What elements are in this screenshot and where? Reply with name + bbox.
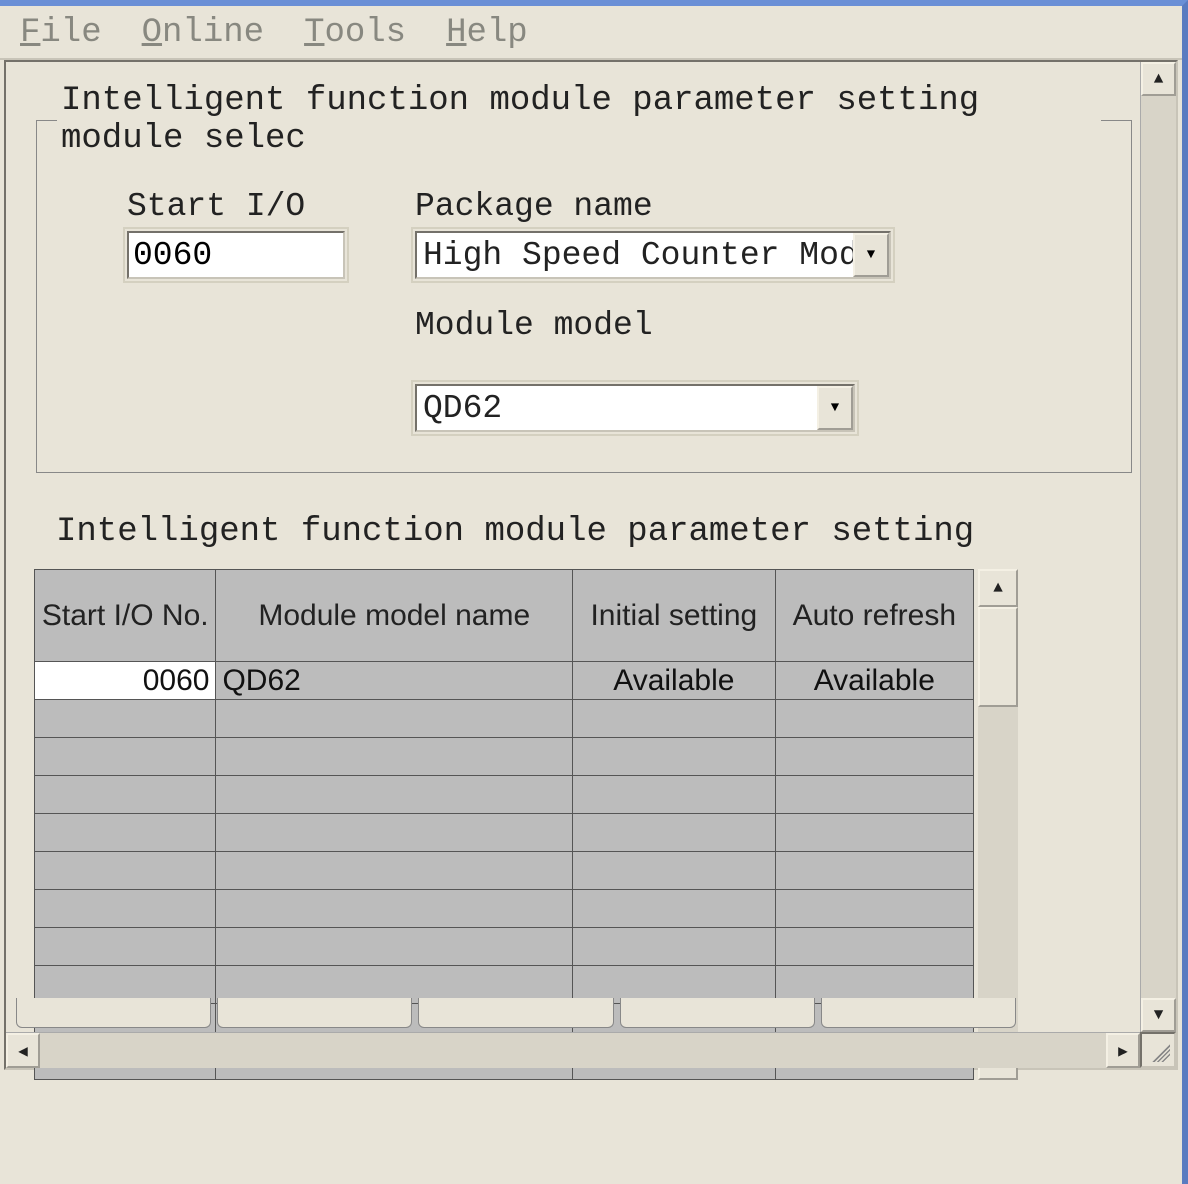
col-header-init: Initial setting [573, 570, 776, 662]
bottom-tabs [16, 998, 1016, 1028]
content-inner: Intelligent function module parameter se… [6, 62, 1176, 1090]
table-row[interactable] [35, 738, 974, 776]
tab-3[interactable] [418, 998, 613, 1028]
cell-io[interactable] [35, 738, 216, 776]
content-scroll-area: Intelligent function module parameter se… [4, 60, 1178, 1070]
cell-io[interactable] [35, 776, 216, 814]
module-select-legend: Intelligent function module parameter se… [57, 82, 1101, 158]
app-window: File Online Tools Help Intelligent funct… [0, 0, 1188, 1184]
tab-5[interactable] [821, 998, 1016, 1028]
cell-init[interactable] [573, 700, 776, 738]
chevron-up-icon: ▲ [1154, 70, 1164, 88]
cell-auto[interactable] [775, 814, 973, 852]
module-model-value: QD62 [417, 386, 817, 430]
cell-auto[interactable] [775, 928, 973, 966]
chevron-down-icon: ▼ [867, 247, 875, 263]
cell-auto[interactable] [775, 700, 973, 738]
cell-model[interactable] [216, 738, 573, 776]
cell-io[interactable] [35, 700, 216, 738]
module-model-label: Module model [415, 307, 891, 344]
menu-tools[interactable]: Tools [304, 14, 406, 52]
cell-model[interactable] [216, 776, 573, 814]
cell-auto[interactable] [775, 852, 973, 890]
cell-init[interactable] [573, 852, 776, 890]
cell-io[interactable] [35, 814, 216, 852]
col-header-io: Start I/O No. [35, 570, 216, 662]
outer-scroll-left-button[interactable]: ◀ [6, 1033, 40, 1068]
cell-model[interactable] [216, 890, 573, 928]
start-io-field: Start I/O [127, 188, 345, 432]
chevron-right-icon: ▶ [1118, 1041, 1128, 1061]
cell-auto[interactable] [775, 890, 973, 928]
table-row[interactable] [35, 700, 974, 738]
cell-io[interactable] [35, 890, 216, 928]
module-model-select[interactable]: QD62 ▼ [415, 384, 855, 432]
cell-model[interactable]: QD62 [216, 662, 573, 700]
outer-scroll-up-button[interactable]: ▲ [1141, 62, 1176, 96]
table-row[interactable] [35, 890, 974, 928]
col-header-auto: Auto refresh [775, 570, 973, 662]
table-row[interactable]: 0060QD62AvailableAvailable [35, 662, 974, 700]
table-row[interactable] [35, 814, 974, 852]
scroll-up-button[interactable]: ▲ [978, 569, 1018, 607]
tab-4[interactable] [620, 998, 815, 1028]
cell-init[interactable] [573, 738, 776, 776]
module-select-group: Intelligent function module parameter se… [36, 82, 1132, 473]
package-name-label: Package name [415, 188, 891, 225]
chevron-up-icon: ▲ [993, 579, 1003, 597]
menu-file[interactable]: File [20, 14, 102, 52]
outer-scroll-right-button[interactable]: ▶ [1106, 1033, 1140, 1068]
cell-auto[interactable] [775, 776, 973, 814]
cell-auto[interactable] [775, 738, 973, 776]
col-header-model: Module model name [216, 570, 573, 662]
cell-io[interactable]: 0060 [35, 662, 216, 700]
start-io-input[interactable] [127, 231, 345, 279]
package-dropdown-button[interactable]: ▼ [853, 233, 889, 277]
cell-io[interactable] [35, 928, 216, 966]
chevron-down-icon: ▼ [1154, 1006, 1164, 1024]
cell-io[interactable] [35, 852, 216, 890]
menubar: File Online Tools Help [0, 6, 1182, 60]
tab-2[interactable] [217, 998, 412, 1028]
menu-online[interactable]: Online [142, 14, 264, 52]
table-row[interactable] [35, 852, 974, 890]
table-row[interactable] [35, 776, 974, 814]
cell-init[interactable] [573, 776, 776, 814]
cell-auto[interactable]: Available [775, 662, 973, 700]
cell-model[interactable] [216, 928, 573, 966]
start-io-label: Start I/O [127, 188, 345, 225]
cell-init[interactable] [573, 890, 776, 928]
outer-scroll-down-button[interactable]: ▼ [1141, 998, 1176, 1032]
resize-grip[interactable] [1140, 1032, 1176, 1068]
cell-model[interactable] [216, 700, 573, 738]
param-setting-title: Intelligent function module parameter se… [56, 513, 1132, 551]
menu-help[interactable]: Help [446, 14, 528, 52]
cell-init[interactable] [573, 928, 776, 966]
package-name-value: High Speed Counter Module [417, 233, 853, 277]
tab-1[interactable] [16, 998, 211, 1028]
package-name-select[interactable]: High Speed Counter Module ▼ [415, 231, 891, 279]
chevron-left-icon: ◀ [18, 1041, 28, 1061]
cell-model[interactable] [216, 852, 573, 890]
outer-horizontal-scrollbar[interactable]: ◀ ▶ [6, 1032, 1140, 1068]
cell-init[interactable] [573, 814, 776, 852]
cell-model[interactable] [216, 814, 573, 852]
cell-init[interactable]: Available [573, 662, 776, 700]
table-row[interactable] [35, 928, 974, 966]
outer-vertical-scrollbar[interactable]: ▲ ▼ [1140, 62, 1176, 1032]
chevron-down-icon: ▼ [831, 400, 839, 416]
model-dropdown-button[interactable]: ▼ [817, 386, 853, 430]
scroll-thumb[interactable] [978, 607, 1018, 707]
